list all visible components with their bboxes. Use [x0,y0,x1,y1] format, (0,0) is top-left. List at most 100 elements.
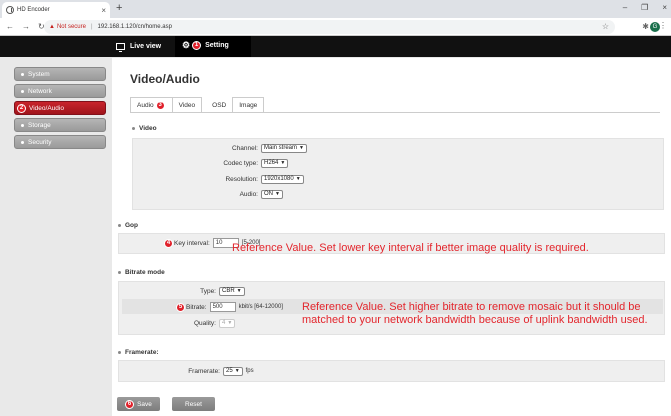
tab-label: OSD [212,101,227,109]
bitrate-range: kbit/s [64-12000] [238,304,283,310]
step-badge: 2 [17,103,26,113]
bitrate-label: Bitrate: [186,303,207,311]
gop-annotation: Reference Value. Set lower key interval … [232,242,589,254]
monitor-icon [116,43,125,52]
section-label: Framerate: [125,349,159,356]
browser-menu-icon[interactable]: ⋮ [659,21,667,30]
browser-tab[interactable]: HD Encoder × [2,2,110,18]
type-select[interactable]: CBR ▼ [219,286,245,296]
reset-button[interactable]: Reset [172,397,215,411]
setting-tab[interactable]: ⚙ 1 Setting [175,36,251,57]
codec-select[interactable]: H264 ▼ [261,158,289,168]
sidebar-item-label: Storage [28,121,51,129]
sidebar-item-video-audio[interactable]: 2 Video/Audio [14,101,106,115]
framerate-row: Framerate: 25 ▼ fps [172,366,254,376]
sidebar-item-label: Network [28,87,52,95]
url-separator: | [90,24,93,30]
type-row: Type: CBR ▼ [172,286,245,296]
gear-icon: ⚙ [182,40,191,50]
tab-label: Video [178,101,196,109]
key-interval-label: Key interval: [174,239,210,247]
warning-icon: ▲ [49,24,55,30]
chevron-down-icon: ▼ [280,160,286,166]
reset-label: Reset [185,400,202,408]
tab-audio[interactable]: Audio 3 [130,97,173,112]
channel-select[interactable]: Main stream ▼ [261,143,307,153]
framerate-select[interactable]: 25 ▼ [223,366,243,376]
codec-label: Codec type: [223,159,258,167]
select-value: H264 [264,160,279,166]
sidebar-item-label: Security [28,138,52,146]
setting-label: Setting [205,42,229,49]
audio-label: Audio: [239,190,258,198]
sidebar-item-security[interactable]: Security [14,135,106,149]
section-label: Bitrate mode [125,269,165,276]
step-badge: 4 [164,238,173,248]
sidebar-item-storage[interactable]: Storage [14,118,106,132]
window-controls: – ❐ × [623,3,667,12]
tab-osd[interactable]: OSD [205,97,234,112]
section-label: Video [139,125,157,132]
sidebar-item-network[interactable]: Network [14,84,106,98]
bullet-icon [132,127,135,130]
restore-icon[interactable]: ❐ [641,3,648,12]
bitrate-input[interactable]: 500 [209,302,236,312]
live-view-label: Live view [130,43,162,50]
browser-toolbar: ← → ↻ ▲ Not secure | 192.168.1.120/cn/ho… [0,18,671,36]
not-secure-label[interactable]: Not secure [57,24,86,30]
bitrate-annotation-line1: Reference Value. Set higher bitrate to r… [302,301,641,313]
page-title: Video/Audio [130,72,200,86]
tab-close-icon[interactable]: × [101,6,106,15]
save-button[interactable]: 6 Save [117,397,160,411]
codec-row: Codec type: H264 ▼ [172,158,289,168]
new-tab-button[interactable]: + [116,2,122,14]
select-value: 25 [226,368,233,374]
chevron-down-icon: ▼ [236,288,242,294]
close-window-icon[interactable]: × [662,3,667,12]
chevron-down-icon: ▼ [227,320,233,326]
address-bar[interactable]: ▲ Not secure | 192.168.1.120/cn/home.asp… [44,20,615,34]
channel-row: Channel: Main stream ▼ [172,143,307,153]
main-panel: Video/Audio Audio 3 Video OSD Image Vide… [112,58,671,416]
bitrate-row: 5 Bitrate: 500 kbit/s [64-12000] [176,302,283,312]
step-badge: 3 [155,100,165,110]
url-text[interactable]: 192.168.1.120/cn/home.asp [98,24,172,30]
resolution-row: Resolution: 1920x1080 ▼ [172,174,304,184]
chevron-down-icon: ▼ [275,191,280,197]
chevron-down-icon: ▼ [299,145,304,151]
tab-image[interactable]: Image [232,97,265,112]
live-view-tab[interactable]: Live view [116,39,161,54]
bullet-icon [21,140,24,144]
bullet-icon [118,224,121,227]
save-label: Save [137,400,152,408]
extensions-icon[interactable]: ✱ [642,22,649,31]
resolution-label: Resolution: [225,175,258,183]
back-arrow-icon[interactable]: ← [6,22,16,31]
resolution-select[interactable]: 1920x1080 ▼ [261,174,304,184]
bitrate-section-title: Bitrate mode [118,269,165,276]
chevron-down-icon: ▼ [295,176,301,182]
sidebar: System Network 2 Video/Audio Storage Sec… [14,67,106,152]
bullet-icon [118,271,121,274]
framerate-unit: fps [245,368,254,374]
channel-label: Channel: [231,144,258,152]
bullet-icon [21,89,24,93]
step-badge: 5 [176,302,185,312]
select-value: 4 [222,320,226,326]
tab-label: Audio [137,101,154,109]
tab-video[interactable]: Video [171,97,203,112]
select-value: 1920x1080 [264,176,294,182]
forward-arrow-icon[interactable]: → [22,22,32,31]
browser-tab-bar: HD Encoder × + – ❐ × [0,0,671,18]
bookmark-star-icon[interactable]: ☆ [602,22,609,31]
select-value: Main stream [264,145,298,151]
sidebar-item-label: Video/Audio [29,104,64,112]
sidebar-item-system[interactable]: System [14,67,106,81]
quality-label: Quality: [193,319,216,327]
favicon-icon [6,6,14,14]
video-section-title: Video [132,125,157,132]
gop-section-title: Gop [118,222,138,229]
minimize-icon[interactable]: – [623,3,627,12]
bullet-icon [21,123,24,127]
audio-select[interactable]: ON ▼ [261,189,283,199]
